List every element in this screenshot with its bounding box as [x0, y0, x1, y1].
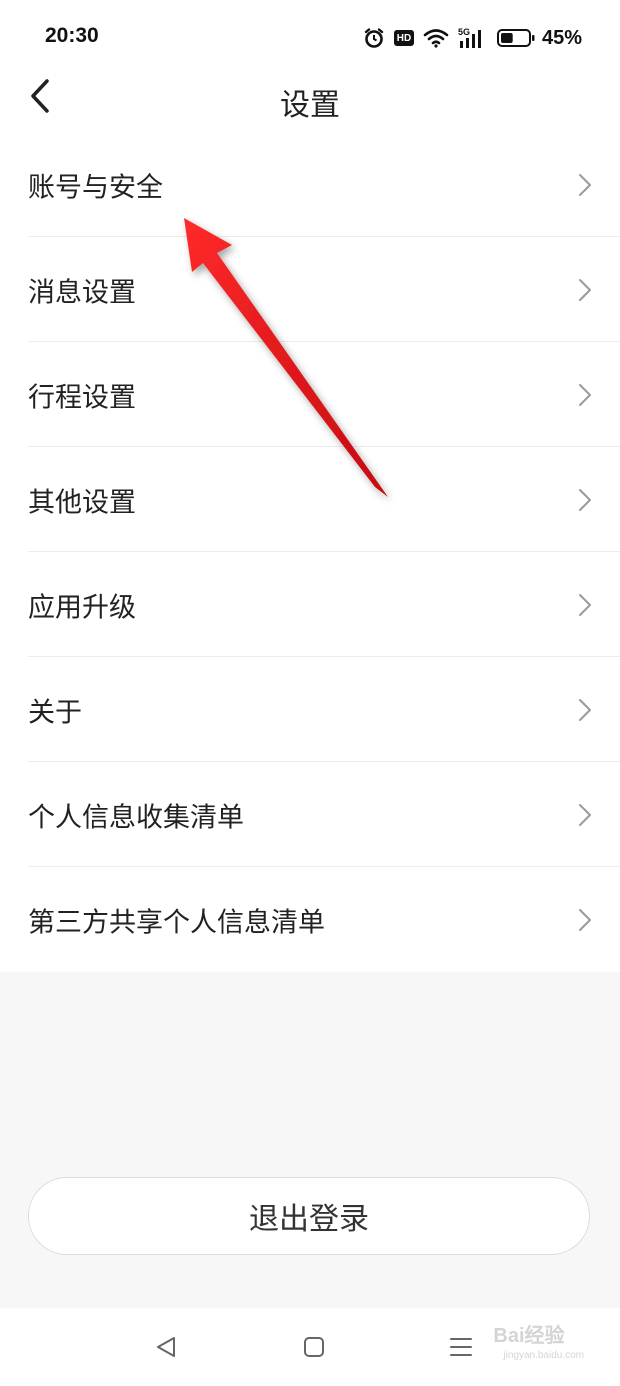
nav-home-button[interactable] [299, 1332, 329, 1362]
chevron-right-icon [579, 803, 591, 826]
chevron-right-icon [579, 908, 591, 931]
chevron-right-icon [579, 278, 591, 301]
home-square-icon [304, 1337, 324, 1357]
wifi-icon [423, 28, 449, 48]
settings-item-label: 关于 [28, 697, 82, 728]
nav-back-button[interactable] [151, 1332, 181, 1362]
logout-button[interactable]: 退出登录 [28, 1177, 590, 1255]
settings-item-label: 个人信息收集清单 [28, 802, 244, 833]
alarm-icon [363, 27, 385, 49]
logout-label: 退出登录 [249, 1202, 369, 1237]
menu-lines-icon [450, 1338, 472, 1356]
header-bar: 设置 [0, 76, 620, 132]
settings-item-app-upgrade[interactable]: 应用升级 [0, 552, 620, 657]
chevron-right-icon [579, 698, 591, 721]
settings-item-third-party-sharing-list[interactable]: 第三方共享个人信息清单 [0, 867, 620, 972]
settings-item-message-settings[interactable]: 消息设置 [0, 237, 620, 342]
settings-item-label: 账号与安全 [28, 172, 163, 203]
network-label: 5G [458, 27, 470, 37]
page-title: 设置 [280, 88, 340, 123]
battery-icon [496, 28, 535, 48]
settings-item-label: 应用升级 [28, 592, 136, 623]
settings-item-other-settings[interactable]: 其他设置 [0, 447, 620, 552]
settings-item-personal-info-list[interactable]: 个人信息收集清单 [0, 762, 620, 867]
back-triangle-icon [157, 1337, 175, 1357]
chevron-right-icon [579, 488, 591, 511]
settings-item-label: 行程设置 [28, 382, 136, 413]
settings-item-label: 第三方共享个人信息清单 [28, 907, 325, 938]
settings-list: 账号与安全 消息设置 行程设置 其他设置 应用升级 关于 个人信息收集清单 第三… [0, 132, 620, 972]
settings-item-account-security[interactable]: 账号与安全 [0, 132, 620, 237]
watermark-text: Bai经验 [493, 1325, 565, 1347]
battery-percent: 45% [541, 26, 582, 49]
chevron-right-icon [579, 383, 591, 406]
nav-recents-button[interactable] [446, 1332, 476, 1362]
settings-item-about[interactable]: 关于 [0, 657, 620, 762]
watermark-subtext: jingyan.baidu.com [503, 1350, 584, 1361]
settings-item-trip-settings[interactable]: 行程设置 [0, 342, 620, 447]
status-bar: 20:30 HD 5G 45% [0, 0, 620, 76]
status-icons: HD 5G 45% [363, 24, 582, 52]
settings-screen: 20:30 HD 5G 45% 设置 账号与安全 消息设置 行程设置 其他设置 … [0, 0, 620, 1386]
status-time: 20:30 [45, 24, 99, 47]
baidu-jingyan-watermark: Bai经验 jingyan.baidu.com [493, 1326, 584, 1366]
signal-5g-icon: 5G [458, 27, 488, 49]
settings-item-label: 消息设置 [28, 277, 136, 308]
chevron-right-icon [579, 593, 591, 616]
chevron-right-icon [579, 173, 591, 196]
hd-icon: HD [393, 30, 414, 46]
settings-item-label: 其他设置 [28, 487, 136, 518]
